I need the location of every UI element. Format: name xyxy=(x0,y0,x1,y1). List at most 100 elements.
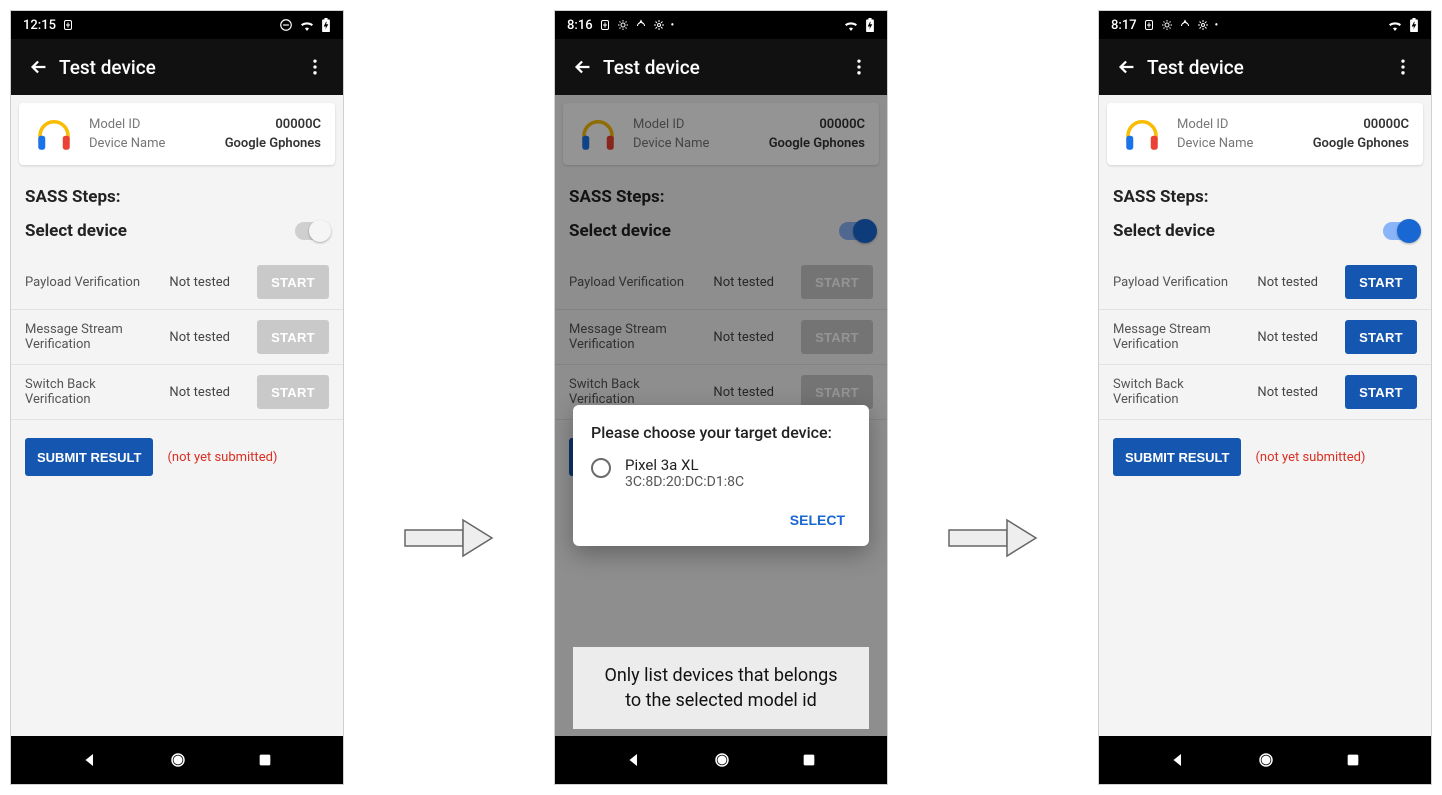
sass-steps-title: SASS Steps: xyxy=(1099,173,1431,215)
page-title: Test device xyxy=(59,56,295,79)
step-row: Payload Verification Not tested START xyxy=(11,255,343,310)
dnd-icon xyxy=(279,18,293,32)
step-status: Not tested xyxy=(1257,385,1337,400)
device-card: Model ID 00000C Device Name Google Gphones xyxy=(1107,103,1423,165)
overflow-menu-button[interactable] xyxy=(295,57,335,77)
debug-icon xyxy=(62,19,74,31)
start-button[interactable]: START xyxy=(257,265,329,299)
submit-hint: (not yet submitted) xyxy=(167,450,277,465)
back-button[interactable] xyxy=(563,56,603,78)
start-button[interactable]: START xyxy=(1345,320,1417,354)
step-name: Switch Back Verification xyxy=(1113,377,1249,407)
debug-icon xyxy=(1143,19,1155,31)
phone-screen-2: 8:16 • Test device Model ID00000C xyxy=(554,10,888,785)
device-name-label: Device Name xyxy=(89,136,165,151)
app-bar: Test device xyxy=(11,39,343,95)
start-button[interactable]: START xyxy=(1345,375,1417,409)
choose-device-dialog: Please choose your target device: Pixel … xyxy=(573,405,869,546)
step-row: Message Stream VerificationNot testedSTA… xyxy=(1099,310,1431,365)
nav-home-button[interactable] xyxy=(713,751,731,769)
hotspot-icon xyxy=(1179,19,1191,31)
step-name: Switch Back Verification xyxy=(25,377,161,407)
radio-icon[interactable] xyxy=(591,458,611,478)
model-id-label: Model ID xyxy=(89,117,140,132)
gear-icon xyxy=(1197,19,1209,31)
step-row: Payload Verification Not tested START xyxy=(1099,255,1431,310)
annotation-caption: Only list devices that belongs to the se… xyxy=(573,647,869,729)
nav-home-button[interactable] xyxy=(169,751,187,769)
step-status: Not tested xyxy=(169,330,249,345)
start-button[interactable]: START xyxy=(257,375,329,409)
sass-steps-title: SASS Steps: xyxy=(11,173,343,215)
device-card: Model ID 00000C Device Name Google Gphon… xyxy=(19,103,335,165)
nav-recents-button[interactable] xyxy=(1345,752,1361,768)
headphones-icon xyxy=(33,113,75,155)
model-id-value: 00000C xyxy=(275,117,321,132)
flow-arrow xyxy=(948,516,1038,560)
nav-bar xyxy=(1099,736,1431,784)
start-button[interactable]: START xyxy=(257,320,329,354)
status-time: 12:15 xyxy=(23,18,56,33)
headphones-icon xyxy=(1121,113,1163,155)
nav-back-button[interactable] xyxy=(81,751,99,769)
device-name-value: Google Gphones xyxy=(1313,136,1409,151)
step-row: Switch Back Verification Not tested START xyxy=(1099,365,1431,420)
status-time: 8:16 xyxy=(567,18,593,33)
step-name: Message Stream Verification xyxy=(25,322,161,352)
submit-hint: (not yet submitted) xyxy=(1255,450,1365,465)
nav-back-button[interactable] xyxy=(625,751,643,769)
device-option-name: Pixel 3a XL xyxy=(625,456,744,474)
nav-bar xyxy=(555,736,887,784)
step-status: Not tested xyxy=(1257,330,1337,345)
device-option-mac: 3C:8D:20:DC:D1:8C xyxy=(625,474,744,490)
app-bar: Test device xyxy=(555,39,887,95)
select-device-label: Select device xyxy=(25,221,127,241)
gear-icon xyxy=(653,19,665,31)
step-name: Payload Verification xyxy=(25,275,161,290)
start-button[interactable]: START xyxy=(1345,265,1417,299)
submit-result-button[interactable]: SUBMIT RESULT xyxy=(25,438,153,476)
step-name: Payload Verification xyxy=(1113,275,1249,290)
debug-icon xyxy=(599,19,611,31)
device-name-value: Google Gphones xyxy=(225,136,321,151)
status-bar: 12:15 xyxy=(11,11,343,39)
sun-icon xyxy=(617,19,629,31)
page-title: Test device xyxy=(1147,56,1383,79)
step-row: Switch Back Verification Not tested STAR… xyxy=(11,365,343,420)
step-status: Not tested xyxy=(169,385,249,400)
nav-recents-button[interactable] xyxy=(257,752,273,768)
wifi-icon xyxy=(299,19,315,31)
battery-icon xyxy=(321,18,331,32)
status-bar: 8:16 • xyxy=(555,11,887,39)
phone-screen-3: 8:17 • Test device Model ID00000C xyxy=(1098,10,1432,785)
back-button[interactable] xyxy=(1107,56,1147,78)
dialog-select-button[interactable]: SELECT xyxy=(784,504,851,536)
submit-result-button[interactable]: SUBMIT RESULT xyxy=(1113,438,1241,476)
model-id-value: 00000C xyxy=(1363,117,1409,132)
device-option[interactable]: Pixel 3a XL 3C:8D:20:DC:D1:8C xyxy=(591,456,851,490)
battery-icon xyxy=(865,18,875,32)
model-id-label: Model ID xyxy=(1177,117,1228,132)
content-area: Model ID00000C Device NameGoogle Gphones… xyxy=(555,95,887,736)
select-device-toggle[interactable] xyxy=(295,222,329,240)
overflow-menu-button[interactable] xyxy=(1383,57,1423,77)
dot-icon: • xyxy=(671,20,675,31)
back-button[interactable] xyxy=(19,56,59,78)
nav-bar xyxy=(11,736,343,784)
status-time: 8:17 xyxy=(1111,18,1137,33)
phone-screen-1: 12:15 Test device xyxy=(10,10,344,785)
select-device-label: Select device xyxy=(1113,221,1215,241)
nav-home-button[interactable] xyxy=(1257,751,1275,769)
select-device-toggle[interactable] xyxy=(1383,222,1417,240)
sun-icon xyxy=(1161,19,1173,31)
nav-back-button[interactable] xyxy=(1169,751,1187,769)
step-status: Not tested xyxy=(1257,275,1337,290)
flow-arrow xyxy=(404,516,494,560)
device-name-label: Device Name xyxy=(1177,136,1253,151)
overflow-menu-button[interactable] xyxy=(839,57,879,77)
nav-recents-button[interactable] xyxy=(801,752,817,768)
battery-icon xyxy=(1409,18,1419,32)
wifi-icon xyxy=(843,19,859,31)
step-status: Not tested xyxy=(169,275,249,290)
content-area: Model ID 00000C Device Name Google Gphones… xyxy=(1099,95,1431,736)
